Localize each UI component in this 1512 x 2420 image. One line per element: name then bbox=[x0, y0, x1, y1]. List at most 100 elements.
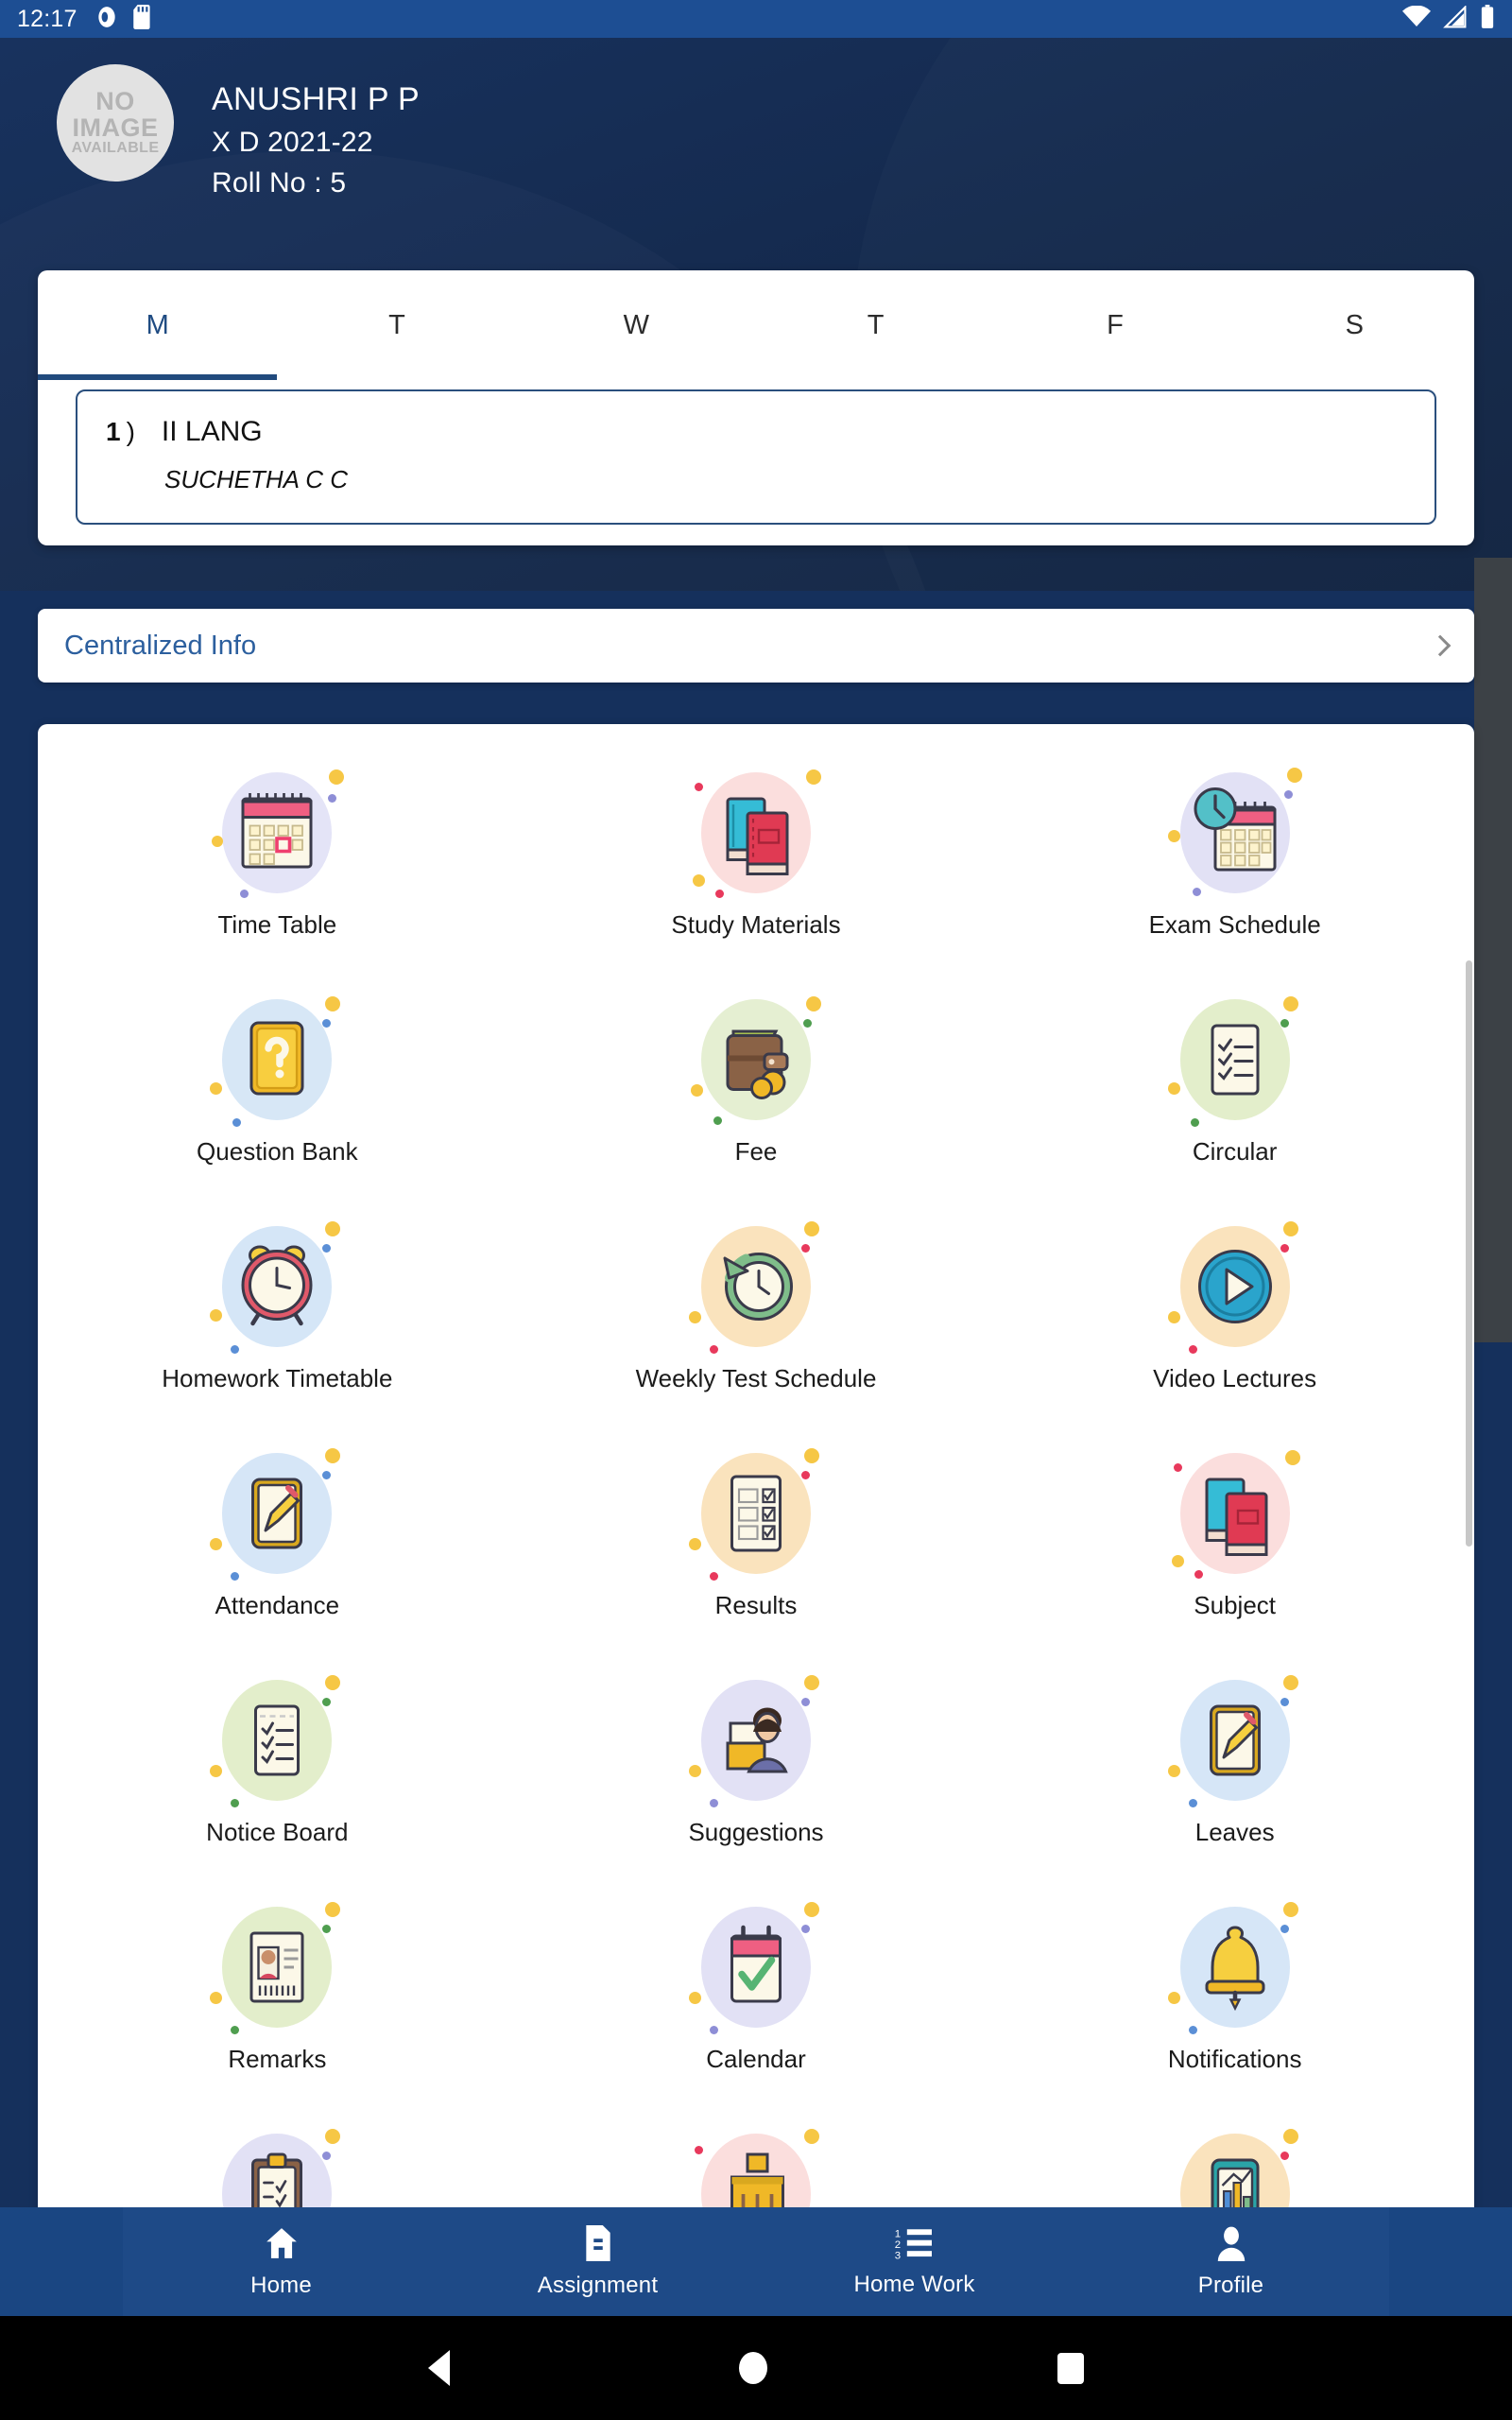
scrollbar-thumb[interactable] bbox=[1466, 960, 1472, 1547]
menu-item-circular[interactable]: Circular bbox=[995, 972, 1474, 1199]
menu-item-clipboard[interactable] bbox=[38, 2106, 517, 2223]
menu-item-notifications[interactable]: Notifications bbox=[995, 1879, 1474, 2106]
day-tab-label: W bbox=[623, 309, 649, 340]
bottom-nav-label: Home Work bbox=[853, 2271, 975, 2297]
day-tab-monday[interactable]: M bbox=[38, 270, 278, 380]
screen-record-icon bbox=[94, 5, 119, 34]
profile-header: NO IMAGE AVAILABLE ANUSHRI P P X D 2021-… bbox=[57, 64, 420, 199]
checklist-icon bbox=[1164, 989, 1306, 1131]
bottom-navigation-inner: Home Assignment 1 2 3 Home Work Profile bbox=[123, 2207, 1389, 2316]
menu-item-subject[interactable]: Subject bbox=[995, 1426, 1474, 1652]
home-icon bbox=[263, 2225, 301, 2266]
menu-item-question-bank[interactable]: Question Bank bbox=[38, 972, 517, 1199]
bottom-nav-home-work[interactable]: 1 2 3 Home Work bbox=[756, 2207, 1073, 2316]
menu-item-chart-phone[interactable] bbox=[995, 2106, 1474, 2223]
menu-item-remarks[interactable]: Remarks bbox=[38, 1879, 517, 2106]
menu-item-homework-timetable[interactable]: Homework Timetable bbox=[38, 1199, 517, 1426]
alarm-clock-icon bbox=[206, 1216, 348, 1357]
day-tab-wednesday[interactable]: W bbox=[517, 270, 756, 380]
status-bar: 12:17 bbox=[0, 0, 1512, 38]
menu-item-label: Notice Board bbox=[206, 1818, 349, 1846]
menu-item-leaves[interactable]: Leaves bbox=[995, 1652, 1474, 1879]
period-title: 1 ) II LANG bbox=[106, 416, 1406, 448]
menu-item-label: Notifications bbox=[1167, 2045, 1302, 2073]
avatar[interactable]: NO IMAGE AVAILABLE bbox=[57, 64, 174, 182]
question-card-icon bbox=[206, 989, 348, 1131]
day-tab-label: F bbox=[1107, 309, 1124, 340]
menu-item-results[interactable]: Results bbox=[517, 1426, 996, 1652]
menu-item-label: Fee bbox=[734, 1137, 778, 1166]
battery-icon bbox=[1480, 4, 1495, 34]
menu-item-video-lectures[interactable]: Video Lectures bbox=[995, 1199, 1474, 1426]
back-triangle-icon[interactable] bbox=[428, 2350, 451, 2386]
menu-item-label: Video Lectures bbox=[1153, 1364, 1317, 1392]
checklist-icon bbox=[206, 1669, 348, 1811]
menu-item-school-building[interactable] bbox=[517, 2106, 996, 2223]
day-tabs: M T W T F S bbox=[38, 270, 1474, 380]
day-tab-tuesday[interactable]: T bbox=[277, 270, 516, 380]
bottom-nav-label: Assignment bbox=[537, 2272, 659, 2298]
student-roll: Roll No : 5 bbox=[212, 167, 347, 199]
menu-item-label: Remarks bbox=[228, 2045, 327, 2073]
app-root: 12:17 NO IMAGE AVAILABLE ANUSHRI P P X D… bbox=[0, 0, 1512, 2420]
menu-item-label: Question Bank bbox=[197, 1137, 358, 1166]
wifi-icon bbox=[1402, 5, 1431, 33]
menu-item-label: Study Materials bbox=[671, 910, 841, 939]
menu-item-weekly-test-schedule[interactable]: Weekly Test Schedule bbox=[517, 1199, 996, 1426]
menu-item-calendar[interactable]: Calendar bbox=[517, 1879, 996, 2106]
day-tab-label: T bbox=[388, 309, 405, 340]
student-class: X D 2021-22 bbox=[212, 127, 373, 158]
menu-item-exam-schedule[interactable]: Exam Schedule bbox=[995, 745, 1474, 972]
day-tab-label: M bbox=[146, 309, 169, 340]
home-circle-icon[interactable] bbox=[739, 2352, 768, 2384]
menu-item-suggestions[interactable]: Suggestions bbox=[517, 1652, 996, 1879]
status-bar-right-icons bbox=[1402, 4, 1495, 34]
period-subject: II LANG bbox=[161, 416, 263, 447]
avatar-line-3: AVAILABLE bbox=[71, 140, 160, 157]
menu-item-label: Subject bbox=[1194, 1591, 1277, 1619]
edit-tablet-icon bbox=[1164, 1669, 1306, 1811]
bell-icon bbox=[1164, 1896, 1306, 2038]
period-number: 1 bbox=[106, 417, 121, 446]
bottom-nav-assignment[interactable]: Assignment bbox=[439, 2207, 756, 2316]
menu-item-fee[interactable]: Fee bbox=[517, 972, 996, 1199]
menu-item-attendance[interactable]: Attendance bbox=[38, 1426, 517, 1652]
period-teacher: SUCHETHA C C bbox=[164, 465, 349, 493]
document-icon bbox=[582, 2224, 614, 2266]
menu-item-time-table[interactable]: Time Table bbox=[38, 745, 517, 972]
person-files-icon bbox=[685, 1669, 827, 1811]
bottom-nav-label: Profile bbox=[1197, 2272, 1264, 2298]
svg-text:1: 1 bbox=[894, 2228, 900, 2239]
menu-item-label: Homework Timetable bbox=[162, 1364, 393, 1392]
menu-grid: Time Table Study Materials Exam Schedule… bbox=[38, 724, 1474, 2223]
calendar-icon bbox=[206, 762, 348, 904]
timetable-card: M T W T F S 1 ) II LANG SUCHETHA C C bbox=[38, 270, 1474, 545]
centralized-info-label: Centralized Info bbox=[64, 630, 257, 661]
centralized-info-row[interactable]: Centralized Info bbox=[38, 609, 1474, 683]
menu-item-study-materials[interactable]: Study Materials bbox=[517, 745, 996, 972]
books-icon bbox=[1164, 1443, 1306, 1584]
day-tab-saturday[interactable]: S bbox=[1235, 270, 1474, 380]
menu-item-label: Results bbox=[714, 1591, 798, 1619]
books-icon bbox=[685, 762, 827, 904]
wallet-icon bbox=[685, 989, 827, 1131]
menu-item-notice-board[interactable]: Notice Board bbox=[38, 1652, 517, 1879]
clock-calendar-icon bbox=[1164, 762, 1306, 904]
day-tab-label: S bbox=[1345, 309, 1364, 340]
day-tab-friday[interactable]: F bbox=[995, 270, 1234, 380]
id-card-icon bbox=[206, 1896, 348, 2038]
period-item[interactable]: 1 ) II LANG SUCHETHA C C bbox=[76, 389, 1436, 525]
avatar-line-2: IMAGE bbox=[72, 112, 159, 142]
recents-square-icon[interactable] bbox=[1057, 2352, 1084, 2384]
menu-item-label: Calendar bbox=[706, 2045, 806, 2073]
bottom-nav-profile[interactable]: Profile bbox=[1073, 2207, 1389, 2316]
svg-text:2: 2 bbox=[894, 2238, 900, 2250]
svg-text:3: 3 bbox=[894, 2250, 900, 2260]
bottom-nav-home[interactable]: Home bbox=[123, 2207, 439, 2316]
menu-grid-sheet: Time Table Study Materials Exam Schedule… bbox=[38, 724, 1474, 2223]
profile-text: ANUSHRI P P X D 2021-22 Roll No : 5 bbox=[212, 64, 420, 199]
day-tab-label: T bbox=[867, 309, 885, 340]
day-tab-thursday[interactable]: T bbox=[756, 270, 995, 380]
background-rail bbox=[1474, 558, 1512, 1342]
bottom-navigation: Home Assignment 1 2 3 Home Work Profile bbox=[0, 2207, 1512, 2316]
